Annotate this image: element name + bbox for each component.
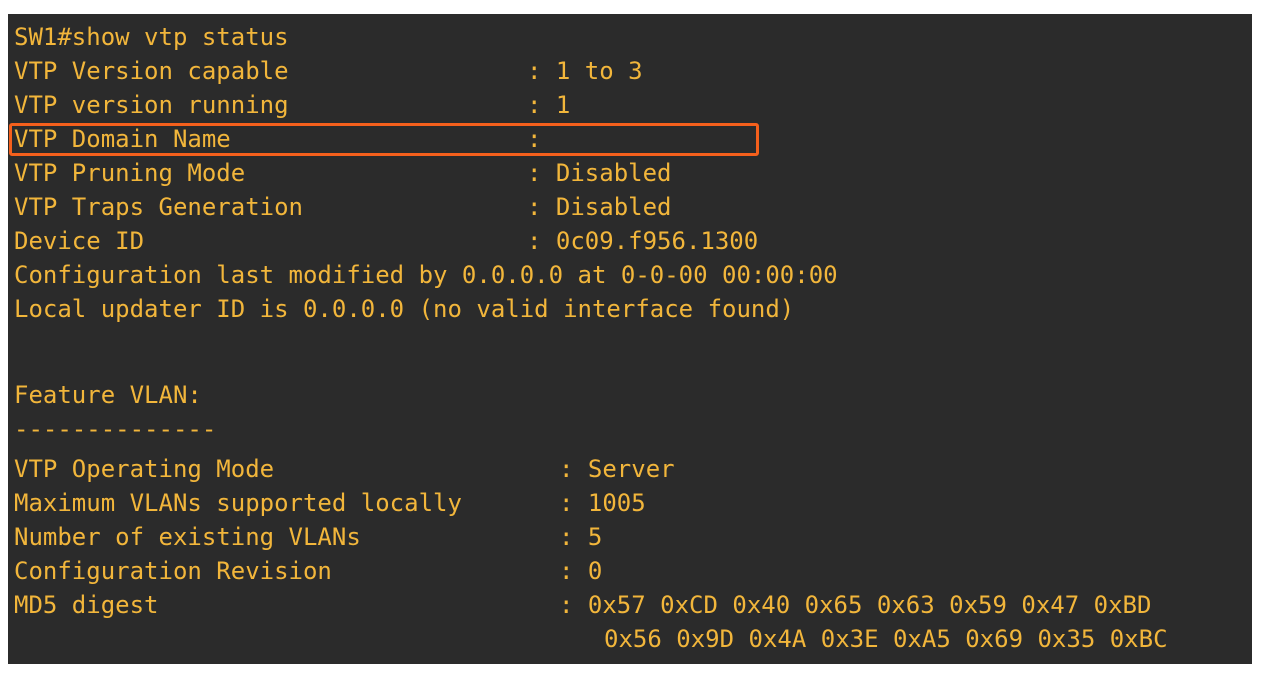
row-value: 0c09.f956.1300 <box>555 227 759 255</box>
row-value: 1 to 3 <box>555 57 643 85</box>
max-vlans-row: Maximum VLANs supported locally: 1005 <box>14 486 646 520</box>
vtp-operating-mode-row: VTP Operating Mode: Server <box>14 452 675 486</box>
feature-header-text: Feature VLAN: <box>14 381 202 409</box>
row-label: VTP Version capable <box>14 57 289 85</box>
row-separator: : <box>559 557 588 585</box>
row-separator: : <box>527 125 542 153</box>
row-label: VTP version running <box>14 91 289 119</box>
vtp-version-running-row: VTP version running: 1 <box>14 88 570 122</box>
vtp-version-capable-row: VTP Version capable: 1 to 3 <box>14 54 643 88</box>
row-label: Device ID <box>14 227 145 255</box>
row-separator: : <box>527 57 556 85</box>
row-label: Configuration Revision <box>14 557 332 585</box>
row-value: Disabled <box>555 193 672 221</box>
row-label: VTP Traps Generation <box>14 193 303 221</box>
row-value: Disabled <box>555 159 672 187</box>
local-updater-text: Local updater ID is 0.0.0.0 (no valid in… <box>14 295 795 323</box>
config-modified-line: Configuration last modified by 0.0.0.0 a… <box>14 258 838 292</box>
device-id-row: Device ID: 0c09.f956.1300 <box>14 224 758 258</box>
row-separator: : <box>527 91 556 119</box>
row-separator: : <box>559 489 588 517</box>
existing-vlans-row: Number of existing VLANs: 5 <box>14 520 602 554</box>
row-separator: : <box>559 455 588 483</box>
row-value: 0 <box>587 557 603 585</box>
row-label: VTP Operating Mode <box>14 455 275 483</box>
row-value: 1 <box>555 91 571 119</box>
row-value: 1005 <box>587 489 646 517</box>
row-separator: : <box>527 159 556 187</box>
row-separator: : <box>527 227 556 255</box>
md5-continuation-text: 0x56 0x9D 0x4A 0x3E 0xA5 0x69 0x35 0xBC <box>604 625 1168 653</box>
row-separator: : <box>559 591 588 619</box>
row-value: 5 <box>587 523 603 551</box>
vtp-domain-name-row: VTP Domain Name: <box>14 122 541 156</box>
row-label: Maximum VLANs supported locally <box>14 489 462 517</box>
feature-header-line: Feature VLAN: <box>14 378 202 412</box>
config-revision-row: Configuration Revision: 0 <box>14 554 602 588</box>
row-label: VTP Domain Name <box>14 125 231 153</box>
vtp-traps-generation-row: VTP Traps Generation: Disabled <box>14 190 672 224</box>
row-label: VTP Pruning Mode <box>14 159 246 187</box>
command-line: SW1#show vtp status <box>14 20 289 54</box>
row-separator: : <box>527 193 556 221</box>
md5-digest-row: MD5 digest: 0x57 0xCD 0x40 0x65 0x63 0x5… <box>14 588 1151 622</box>
row-label: Number of existing VLANs <box>14 523 361 551</box>
config-modified-text: Configuration last modified by 0.0.0.0 a… <box>14 261 838 289</box>
terminal-window[interactable]: SW1#show vtp status VTP Version capable:… <box>8 14 1252 664</box>
feature-divider-line: -------------- <box>14 412 216 446</box>
row-value: Server <box>587 455 675 483</box>
row-label: MD5 digest <box>14 591 159 619</box>
command-text: SW1#show vtp status <box>14 23 289 51</box>
vtp-pruning-mode-row: VTP Pruning Mode: Disabled <box>14 156 672 190</box>
local-updater-line: Local updater ID is 0.0.0.0 (no valid in… <box>14 292 794 326</box>
feature-divider-text: -------------- <box>14 415 217 443</box>
md5-digest-continuation: 0x56 0x9D 0x4A 0x3E 0xA5 0x69 0x35 0xBC <box>604 622 1168 656</box>
row-value: 0x57 0xCD 0x40 0x65 0x63 0x59 0x47 0xBD <box>587 591 1152 619</box>
row-separator: : <box>559 523 588 551</box>
